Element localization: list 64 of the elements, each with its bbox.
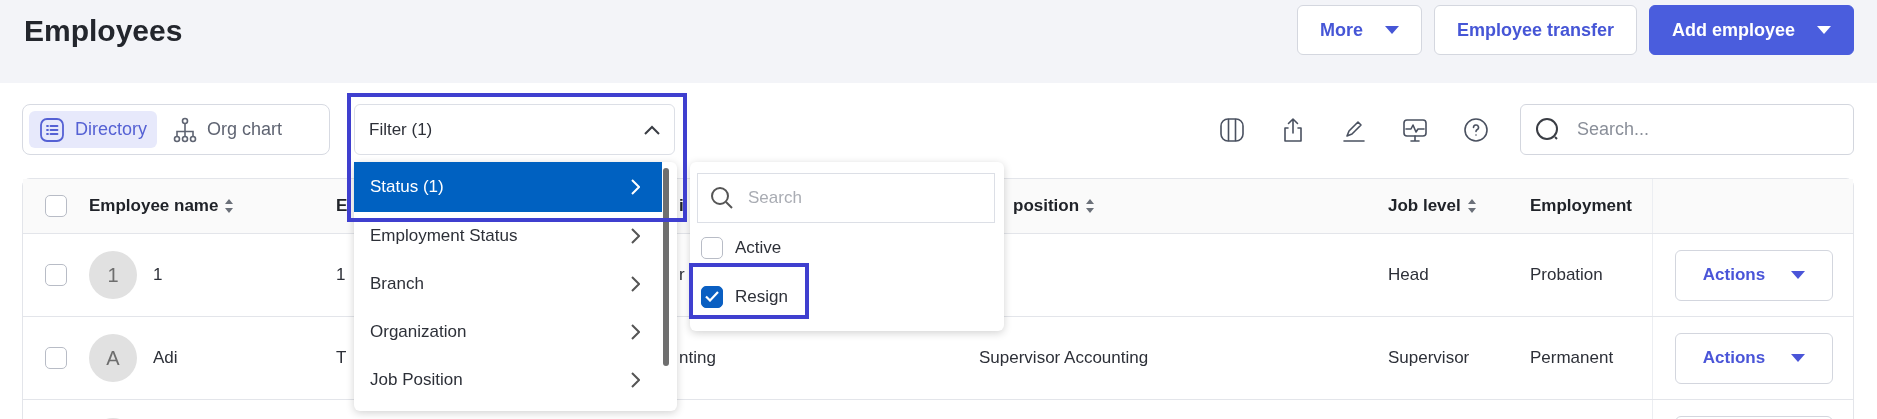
column-header[interactable]: position: [1013, 193, 1080, 219]
employee-name[interactable]: Adi: [153, 345, 178, 371]
actions-button[interactable]: Actions: [1675, 249, 1833, 301]
option-label: Resign: [735, 285, 788, 308]
header-button[interactable]: Add employee: [1648, 5, 1854, 55]
filter-menu-item[interactable]: Status (1): [354, 162, 662, 212]
page-title: Employees: [24, 13, 183, 49]
sort-icon: [1085, 197, 1096, 215]
column-header[interactable]: i: [679, 193, 684, 219]
columns-icon[interactable]: [1218, 116, 1245, 143]
view-tab[interactable]: Directory: [29, 111, 157, 148]
chevron-right-icon: [631, 372, 640, 388]
search-field[interactable]: Search...: [1520, 104, 1854, 155]
sort-icon: [1466, 197, 1477, 215]
column-header[interactable]: Job level: [1388, 193, 1461, 219]
header-button[interactable]: Employee transfer: [1433, 5, 1637, 55]
filter-menu-item[interactable]: Job Position: [354, 356, 662, 404]
table-cell-text: Supervisor Accounting: [979, 347, 1149, 370]
actions-button[interactable]: Actions: [1675, 332, 1833, 384]
checkbox[interactable]: [701, 285, 723, 308]
submenu-search-field[interactable]: Search: [697, 173, 995, 223]
checkbox[interactable]: [45, 264, 67, 286]
chevron-icon: [644, 124, 660, 135]
option-label: Active: [735, 236, 782, 259]
table-cell-text: nting: [679, 347, 716, 370]
column-header[interactable]: Employment: [1530, 193, 1633, 219]
search-icon: [1535, 116, 1561, 143]
scrollbar[interactable]: [663, 168, 669, 366]
avatar: 1: [89, 251, 137, 299]
table-cell-text: Probation: [1530, 264, 1603, 287]
sort-icon: [224, 197, 235, 215]
caret-icon: [1791, 354, 1806, 362]
table-cell-text: r: [679, 264, 685, 287]
help-icon[interactable]: [1462, 116, 1489, 143]
table-cell-text: 1: [336, 264, 346, 287]
checkbox[interactable]: [45, 347, 67, 369]
table-cell-text: Head: [1388, 264, 1429, 287]
checkbox[interactable]: [701, 236, 723, 259]
filter-menu-item[interactable]: Branch: [354, 260, 662, 308]
hierarchy-icon: [173, 116, 197, 143]
header-button[interactable]: More: [1296, 5, 1422, 55]
check-icon: [705, 291, 719, 302]
table-cell-text: Permanent: [1530, 347, 1614, 370]
caret-icon: [1384, 26, 1399, 34]
chevron-right-icon: [631, 324, 640, 340]
chevron-right-icon: [631, 228, 640, 244]
chevron-right-icon: [631, 276, 640, 292]
checkbox[interactable]: [45, 195, 67, 217]
employee-name[interactable]: 1: [153, 262, 163, 288]
filter-menu-item[interactable]: Employment Status: [354, 212, 662, 260]
view-tab[interactable]: Org chart: [163, 111, 293, 148]
table-cell-text: T: [336, 347, 347, 370]
column-header[interactable]: E: [336, 193, 348, 219]
caret-icon: [1791, 271, 1806, 279]
chevron-right-icon: [631, 179, 640, 195]
caret-icon: [1817, 26, 1831, 34]
list-icon: [39, 116, 65, 143]
filter-dropdown[interactable]: Filter (1): [354, 104, 675, 155]
avatar: A: [89, 334, 137, 382]
monitor-icon[interactable]: [1401, 116, 1428, 143]
search-icon: [710, 186, 734, 210]
filter-menu-item[interactable]: Organization: [354, 308, 662, 356]
table-cell-text: Supervisor: [1388, 347, 1470, 370]
column-header[interactable]: Employee name: [89, 193, 219, 219]
